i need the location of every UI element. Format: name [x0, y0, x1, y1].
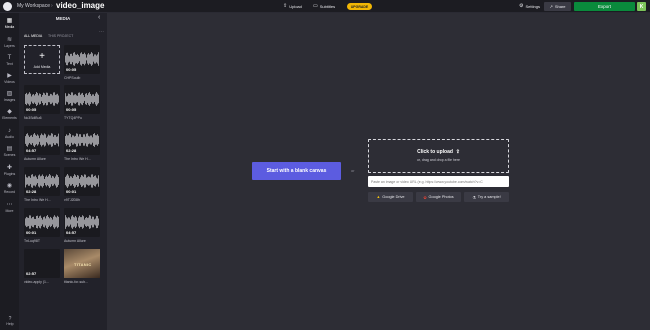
text-icon: T: [7, 55, 12, 61]
collapse-panel-icon[interactable]: ‹: [98, 14, 100, 21]
rail-item-text[interactable]: T Text: [0, 55, 19, 71]
drag-drop-hint: or, drag and drop a file here: [416, 158, 460, 162]
blank-canvas-button[interactable]: Start with a blank canvas: [252, 162, 341, 180]
media-name: titanic-for-sub...: [64, 280, 89, 284]
try-sample-button[interactable]: ⚗ Try a sample!: [464, 192, 509, 202]
panel-title: MEDIA: [55, 16, 71, 21]
media-name: Nc3SdlBu6: [24, 116, 42, 120]
media-name: v9TJ2D8h: [64, 198, 80, 202]
rail-item-record[interactable]: ◉ Record: [0, 183, 19, 199]
media-tile[interactable]: 00:05: [64, 85, 100, 114]
media-name: TnLuq98T: [24, 239, 40, 243]
upgrade-button[interactable]: UPGRADE: [347, 3, 372, 10]
more-options-icon[interactable]: ⋯: [99, 29, 104, 35]
media-tile-image[interactable]: TITANIC: [64, 249, 100, 278]
tab-this-project[interactable]: THIS PROJECT: [48, 34, 73, 38]
media-panel: MEDIA ‹ ALL MEDIA THIS PROJECT ⋯ + Add M…: [19, 13, 107, 330]
rail-item-more[interactable]: ⋯ More: [0, 202, 19, 218]
media-tile[interactable]: 00:01: [24, 208, 60, 237]
export-button[interactable]: Export: [574, 2, 635, 11]
waveform-icon: [25, 174, 59, 188]
tab-all-media[interactable]: ALL MEDIA: [24, 34, 42, 38]
media-name: CHPSoulb: [64, 76, 81, 80]
plugins-icon: ✚: [6, 165, 13, 171]
images-icon: ▨: [6, 91, 13, 97]
layers-icon: ≋: [6, 37, 13, 43]
media-tile[interactable]: 00:05: [24, 85, 60, 114]
media-name: Autumn Allure: [24, 157, 46, 161]
rail-item-plugins[interactable]: ✚ Plugins: [0, 165, 19, 181]
app-logo-icon[interactable]: [3, 2, 12, 11]
add-media-button[interactable]: + Add Media: [24, 45, 60, 74]
elements-icon: ◆: [7, 109, 12, 115]
waveform-icon: [25, 92, 59, 106]
upload-dropzone[interactable]: Click to upload ⇪ or, drag and drop a fi…: [368, 139, 509, 173]
media-name: The Intro We H...: [64, 157, 91, 161]
media-tile[interactable]: 00:01: [64, 167, 100, 196]
google-drive-button[interactable]: ▲ Google Drive: [368, 192, 413, 202]
waveform-icon: [65, 52, 99, 66]
media-name: TYTQ4PPu: [64, 116, 82, 120]
rail-item-elements[interactable]: ◆ Elements: [0, 109, 19, 125]
settings-button[interactable]: ⚙ Settings: [519, 3, 540, 9]
media-tile[interactable]: 04:57: [24, 126, 60, 155]
google-photos-icon: ✿: [423, 195, 427, 200]
share-button[interactable]: ↗ Share: [544, 2, 571, 11]
upload-icon: ⇪: [283, 3, 288, 9]
waveform-icon: [65, 174, 99, 188]
upload-button[interactable]: ⇪ Upload: [283, 3, 302, 9]
avatar[interactable]: K: [637, 2, 646, 11]
rail-item-images[interactable]: ▨ Images: [0, 91, 19, 107]
rail-item-layers[interactable]: ≋ Layers: [0, 37, 19, 53]
breadcrumb-separator: ›: [51, 3, 53, 9]
or-label: or: [351, 168, 355, 173]
media-name: The Intro We H...: [24, 198, 51, 202]
more-icon: ⋯: [6, 202, 13, 208]
waveform-icon: [25, 133, 59, 147]
click-to-upload: Click to upload ⇪: [417, 149, 460, 155]
waveform-icon: [65, 92, 99, 106]
url-input[interactable]: [368, 176, 509, 187]
rail-item-scenes[interactable]: ▤ Scenes: [0, 146, 19, 162]
media-tile[interactable]: 00:05: [64, 45, 100, 74]
media-icon: ▦: [6, 18, 13, 24]
google-photos-button[interactable]: ✿ Google Photos: [416, 192, 461, 202]
top-bar: My Workspace › video_image ⇪ Upload ▭ Su…: [0, 0, 650, 13]
subtitles-button[interactable]: ▭ Subtitles: [313, 3, 335, 9]
upload-icon: ⇪: [454, 149, 460, 155]
videos-icon: ▶: [7, 73, 12, 79]
flask-icon: ⚗: [472, 195, 476, 200]
google-drive-icon: ▲: [376, 195, 381, 199]
waveform-icon: [65, 215, 99, 229]
rail-item-videos[interactable]: ▶ Videos: [0, 73, 19, 89]
media-tile[interactable]: 04:57: [64, 208, 100, 237]
thumbnail-title: TITANIC: [74, 262, 92, 267]
media-name: video-apply (1...: [24, 280, 49, 284]
media-tile[interactable]: 02:28: [64, 126, 100, 155]
project-title[interactable]: video_image: [56, 1, 104, 10]
waveform-icon: [65, 133, 99, 147]
workspace-link[interactable]: My Workspace: [17, 3, 50, 9]
record-icon: ◉: [6, 183, 13, 189]
media-name: Autumn Allure: [64, 239, 86, 243]
rail-item-audio[interactable]: ♪ Audio: [0, 128, 19, 144]
plus-icon: +: [39, 51, 45, 62]
rail-item-media[interactable]: ▦ Media: [0, 18, 19, 34]
scenes-icon: ▤: [6, 146, 13, 152]
audio-icon: ♪: [8, 128, 11, 134]
media-tile[interactable]: 02:28: [24, 167, 60, 196]
help-button[interactable]: ? Help: [3, 316, 17, 326]
waveform-icon: [25, 215, 59, 229]
media-tile[interactable]: 02:57: [24, 249, 60, 278]
share-icon: ↗: [549, 4, 553, 9]
left-rail: ▦ Media ≋ Layers T Text ▶ Videos ▨ Image…: [0, 13, 19, 330]
gear-icon: ⚙: [519, 3, 524, 9]
subtitles-icon: ▭: [313, 3, 318, 9]
